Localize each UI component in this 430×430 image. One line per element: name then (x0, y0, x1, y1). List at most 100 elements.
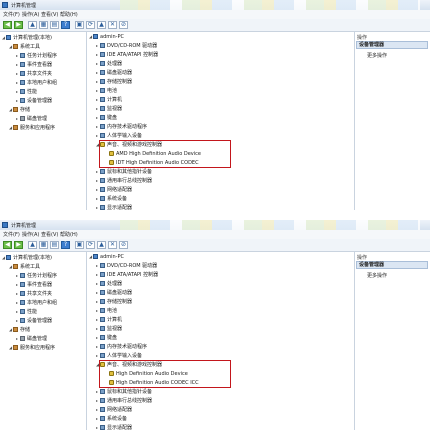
update-driver-button[interactable]: ▲ (97, 21, 106, 29)
device-manager-icon (20, 98, 25, 103)
nav-tree-item[interactable]: ◢ 系统工具 (9, 43, 40, 51)
scan-button[interactable]: ⟳ (86, 21, 95, 29)
properties-button[interactable]: ▤ (50, 241, 59, 249)
device-tree-root[interactable]: ◢ admin-PC (89, 33, 124, 41)
device-category[interactable]: ▸ 网络适配器 (96, 406, 132, 414)
menu-item[interactable]: 操作(A) (22, 11, 39, 18)
more-actions-link[interactable]: 更多操作 (367, 272, 387, 279)
more-actions-link[interactable]: 更多操作 (367, 52, 387, 59)
device-category[interactable]: ▸ 内存技术驱动程序 (96, 123, 147, 131)
device-category[interactable]: ▸ 监视器 (96, 325, 122, 333)
device-category[interactable]: ▸ DVD/CD-ROM 驱动器 (96, 262, 157, 270)
device-category[interactable]: ▸ 电池 (96, 87, 117, 95)
actions-selected-item[interactable]: 设备管理器 (356, 41, 428, 49)
disable-button[interactable]: ⊘ (119, 21, 128, 29)
show-hide-button[interactable]: ▣ (75, 21, 84, 29)
device-category-icon (100, 353, 105, 358)
uninstall-button[interactable]: ✕ (108, 241, 117, 249)
menu-item[interactable]: 操作(A) (22, 231, 39, 238)
nav-tree-item[interactable]: ▸ 共享文件夹 (16, 290, 52, 298)
nav-tree-item[interactable]: ▸ 设备管理器 (16, 317, 52, 325)
device-category-icon (100, 398, 105, 403)
up-button[interactable]: ▲ (28, 241, 37, 249)
nav-tree-item[interactable]: ▸ 磁盘管理 (16, 335, 47, 343)
up-button[interactable]: ▲ (28, 21, 37, 29)
folder-icon (20, 71, 25, 76)
actions-selected-item[interactable]: 设备管理器 (356, 261, 428, 269)
device-category[interactable]: ▸ 处理器 (96, 280, 122, 288)
device-category[interactable]: ▸ 监视器 (96, 105, 122, 113)
nav-tree-item[interactable]: ◢ 服务和应用程序 (9, 344, 55, 352)
device-category[interactable]: ▸ DVD/CD-ROM 驱动器 (96, 42, 157, 50)
device-category[interactable]: ▸ 电池 (96, 307, 117, 315)
device-category-label: 通用串行总线控制器 (107, 178, 153, 184)
nav-tree-item[interactable]: ◢ 存储 (9, 326, 30, 334)
menu-item[interactable]: 文件(F) (3, 11, 20, 18)
nav-tree-item[interactable]: ▸ 本地用户和组 (16, 299, 57, 307)
nav-tree-item[interactable]: ◢ 存储 (9, 106, 30, 114)
nav-tree-item[interactable]: ▸ 任务计划程序 (16, 52, 57, 60)
nav-tree-item[interactable]: ◢ 系统工具 (9, 263, 40, 271)
device-category[interactable]: ▸ 显示适配器 (96, 424, 132, 430)
device-tree-root[interactable]: ◢ admin-PC (89, 253, 124, 261)
show-tree-button[interactable]: ▦ (39, 241, 48, 249)
device-category-label: DVD/CD-ROM 驱动器 (107, 43, 158, 49)
device-category[interactable]: ▸ IDE ATA/ATAPI 控制器 (96, 271, 158, 279)
device-category[interactable]: ▸ 磁盘驱动器 (96, 69, 132, 77)
device-category[interactable]: ▸ 系统设备 (96, 195, 127, 203)
nav-tree-label: 系统工具 (20, 44, 41, 50)
nav-tree-item[interactable]: ▸ 设备管理器 (16, 97, 52, 105)
device-category[interactable]: ▸ IDE ATA/ATAPI 控制器 (96, 51, 158, 59)
show-hide-button[interactable]: ▣ (75, 241, 84, 249)
nav-tree-item[interactable]: ▸ 共享文件夹 (16, 70, 52, 78)
device-category[interactable]: ▸ 通用串行总线控制器 (96, 397, 152, 405)
nav-tree-item[interactable]: ▸ 事件查看器 (16, 281, 52, 289)
nav-tree-item[interactable]: ◢ 服务和应用程序 (9, 124, 55, 132)
menu-item[interactable]: 查看(V) (41, 11, 58, 18)
update-driver-button[interactable]: ▲ (97, 241, 106, 249)
device-category[interactable]: ▸ 人体学输入设备 (96, 132, 142, 140)
show-tree-button[interactable]: ▦ (39, 21, 48, 29)
forward-button[interactable]: ▶ (14, 21, 23, 29)
device-category[interactable]: ▸ 计算机 (96, 96, 122, 104)
menu-item[interactable]: 文件(F) (3, 231, 20, 238)
device-category[interactable]: ▸ 鼠标和其他指针设备 (96, 388, 152, 396)
help-button[interactable]: ? (61, 21, 70, 29)
device-category[interactable]: ▸ 系统设备 (96, 415, 127, 423)
device-category-icon (100, 187, 105, 192)
help-button[interactable]: ? (61, 241, 70, 249)
device-category[interactable]: ▸ 键盘 (96, 114, 117, 122)
scan-button[interactable]: ⟳ (86, 241, 95, 249)
nav-tree-item[interactable]: ◢ 计算机管理(本地) (2, 254, 52, 262)
nav-tree-item[interactable]: ▸ 事件查看器 (16, 61, 52, 69)
device-category[interactable]: ▸ 内存技术驱动程序 (96, 343, 147, 351)
disable-button[interactable]: ⊘ (119, 241, 128, 249)
menu-item[interactable]: 查看(V) (41, 231, 58, 238)
menu-item[interactable]: 帮助(H) (60, 11, 78, 18)
device-tree: ◢ admin-PC ▸ DVD/CD-ROM 驱动器 ▸ IDE ATA/ATAPI 控… (87, 32, 353, 210)
device-category[interactable]: ▸ 鼠标和其他指针设备 (96, 168, 152, 176)
device-category[interactable]: ▸ 网络适配器 (96, 186, 132, 194)
uninstall-button[interactable]: ✕ (108, 21, 117, 29)
device-category[interactable]: ▸ 通用串行总线控制器 (96, 177, 152, 185)
nav-tree-item[interactable]: ▸ 本地用户和组 (16, 79, 57, 87)
device-category[interactable]: ▸ 磁盘驱动器 (96, 289, 132, 297)
device-category[interactable]: ▸ 计算机 (96, 316, 122, 324)
nav-tree-item[interactable]: ▸ 性能 (16, 308, 37, 316)
device-category[interactable]: ▸ 键盘 (96, 334, 117, 342)
forward-button[interactable]: ▶ (14, 241, 23, 249)
properties-button[interactable]: ▤ (50, 21, 59, 29)
nav-tree-item[interactable]: ▸ 性能 (16, 88, 37, 96)
device-category[interactable]: ▸ 人体学输入设备 (96, 352, 142, 360)
menu-item[interactable]: 帮助(H) (60, 231, 78, 238)
nav-tree-item[interactable]: ▸ 任务计划程序 (16, 272, 57, 280)
device-category[interactable]: ▸ 存储控制器 (96, 298, 132, 306)
back-button[interactable]: ◀ (3, 241, 12, 249)
device-category[interactable]: ▸ 处理器 (96, 60, 122, 68)
toolbar: ◀ ▶ ▲ ▦ ▤? ▣ ⟳ ▲ ✕ ⊘ (0, 239, 430, 252)
nav-tree-item[interactable]: ▸ 磁盘管理 (16, 115, 47, 123)
nav-tree-item[interactable]: ◢ 计算机管理(本地) (2, 34, 52, 42)
device-category[interactable]: ▸ 存储控制器 (96, 78, 132, 86)
back-button[interactable]: ◀ (3, 21, 12, 29)
nav-tree-label: 存储 (20, 107, 31, 113)
